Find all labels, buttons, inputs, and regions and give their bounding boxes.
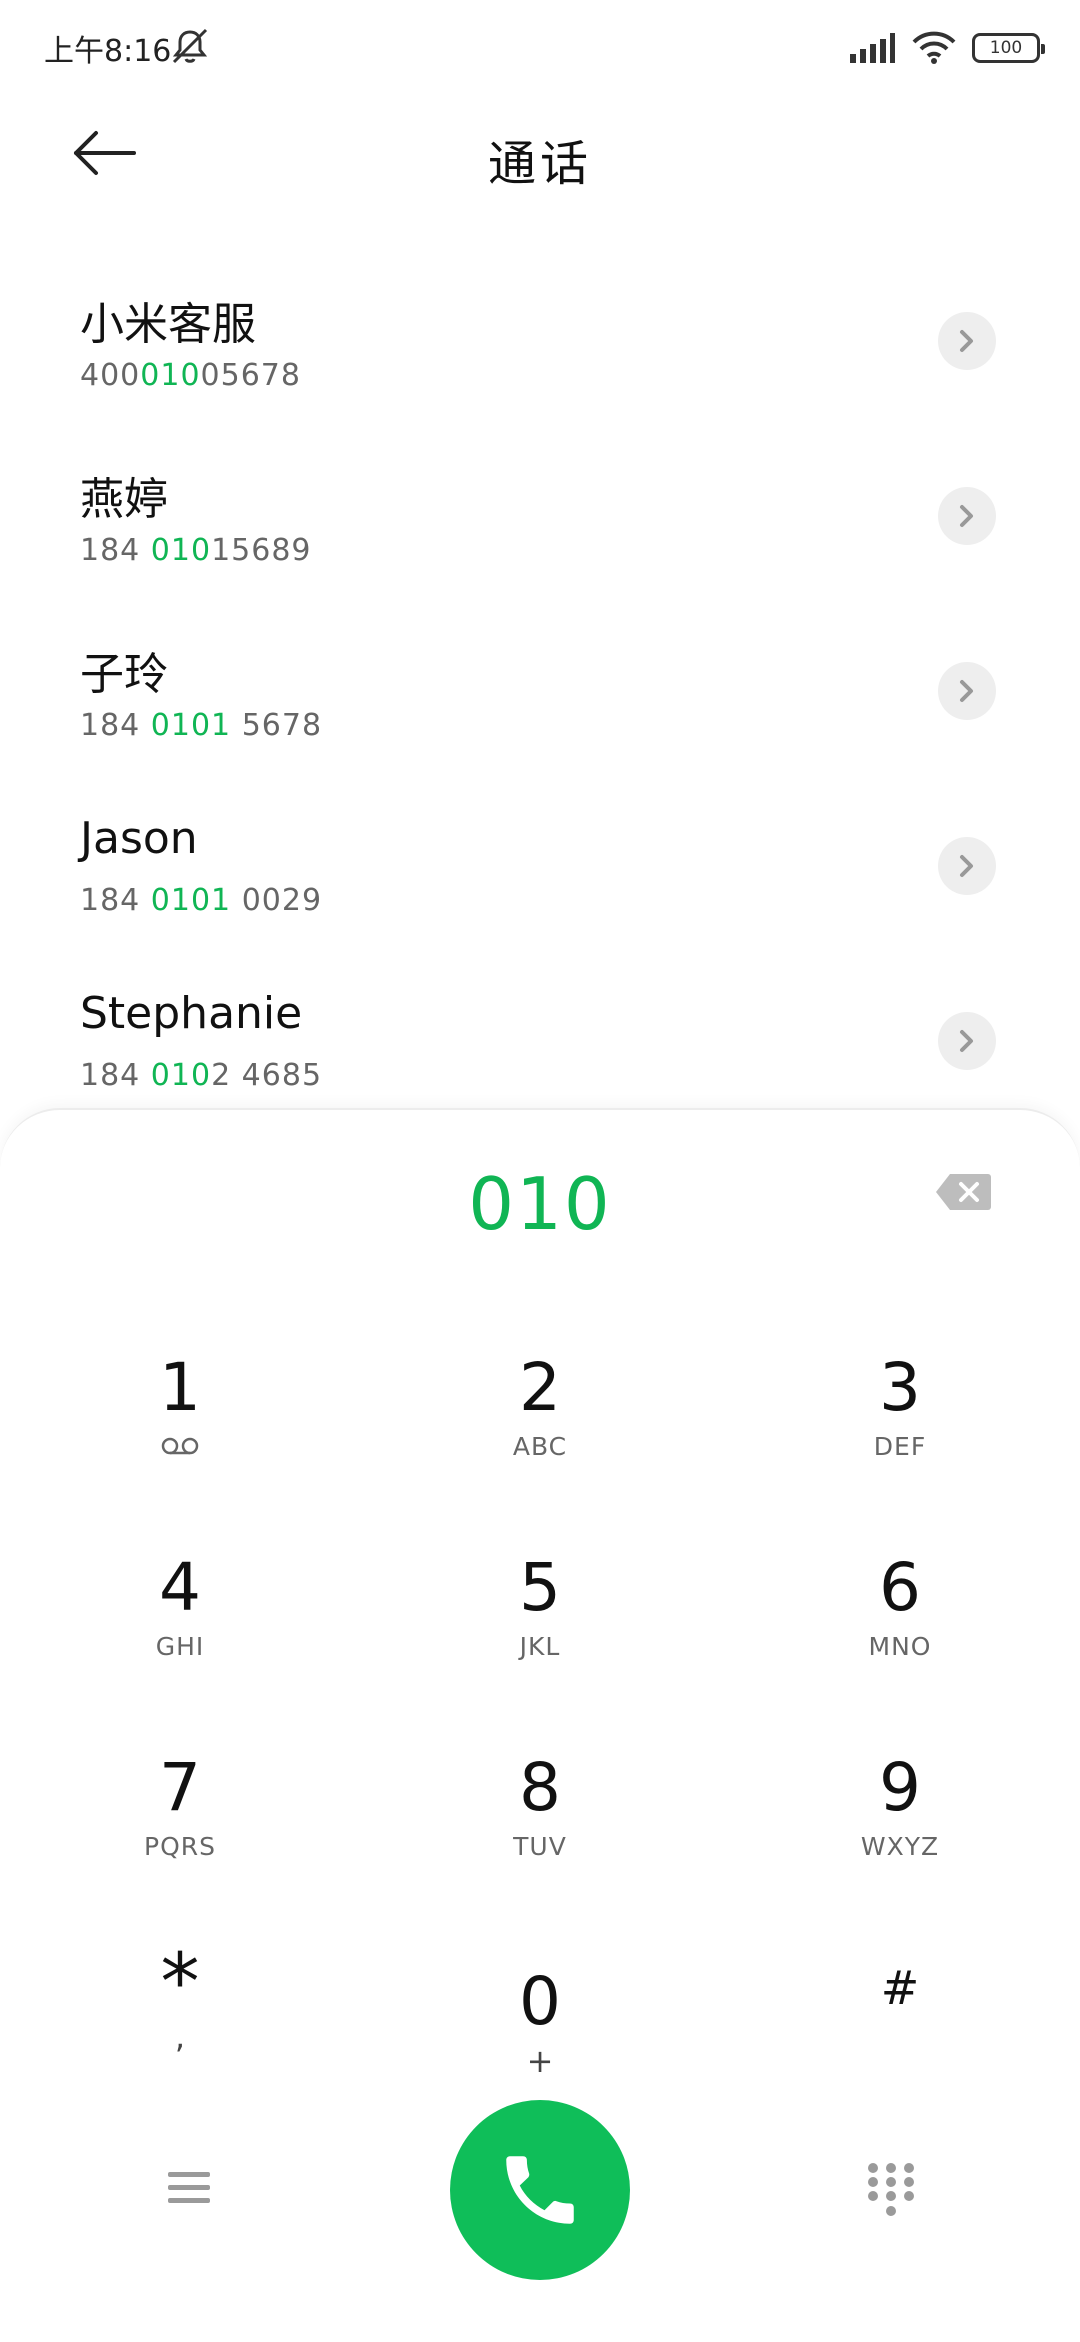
contact-name: 燕婷 <box>80 474 168 525</box>
key-4[interactable]: 4 GHI <box>60 1548 300 1728</box>
key-letters: PQRS <box>144 1832 216 1861</box>
key-letters: DEF <box>873 1432 927 1461</box>
contact-detail-button[interactable] <box>938 662 996 720</box>
contact-results-list: 小米客服 40001005678 燕婷 184 01015689 子玲 184 … <box>0 264 1080 1139</box>
status-time: 上午8:16 <box>44 34 172 69</box>
key-digit: 7 <box>159 1749 201 1826</box>
page-title: 通话 <box>487 136 592 192</box>
contact-detail-button[interactable] <box>938 312 996 370</box>
key-digit: 1 <box>159 1349 201 1426</box>
wifi-icon <box>912 31 956 64</box>
signal-icon <box>850 33 895 63</box>
chevron-right-icon <box>960 505 973 527</box>
key-6[interactable]: 6 MNO <box>780 1548 1020 1728</box>
contact-name: 子玲 <box>80 649 168 700</box>
key-letters: WXYZ <box>860 1832 940 1861</box>
key-digit: 3 <box>879 1349 921 1426</box>
contact-name: Jason <box>80 813 198 864</box>
chevron-right-icon <box>960 330 973 352</box>
key-digit: * <box>160 1938 200 2028</box>
dialed-number-display[interactable]: 010 <box>0 1162 1080 1246</box>
status-bar: 上午8:16 100 <box>0 0 1080 96</box>
key-letters: MNO <box>868 1632 932 1661</box>
key-digit: 8 <box>519 1749 561 1826</box>
key-8[interactable]: 8 TUV <box>420 1748 660 1928</box>
contact-result-item[interactable]: 小米客服 40001005678 <box>0 264 1080 439</box>
key-letters: GHI <box>155 1632 205 1661</box>
bottom-action-bar <box>0 2100 1080 2284</box>
contact-detail-button[interactable] <box>938 487 996 545</box>
key-digit: 5 <box>519 1549 561 1626</box>
mute-bell-icon <box>172 28 208 64</box>
contact-number: 184 0101 5678 <box>80 708 323 743</box>
menu-icon[interactable] <box>164 2166 214 2210</box>
contact-result-item[interactable]: 燕婷 184 01015689 <box>0 439 1080 614</box>
chevron-right-icon <box>960 680 973 702</box>
voicemail-icon <box>161 1437 199 1455</box>
key-9[interactable]: 9 WXYZ <box>780 1748 1020 1928</box>
battery-icon: 100 <box>972 33 1045 63</box>
key-3[interactable]: 3 DEF <box>780 1348 1020 1528</box>
key-digit: 2 <box>519 1349 561 1426</box>
contact-detail-button[interactable] <box>938 1012 996 1070</box>
contact-result-item[interactable]: 子玲 184 0101 5678 <box>0 614 1080 789</box>
key-letters: TUV <box>513 1832 567 1861</box>
contact-result-item[interactable]: Jason 184 0101 0029 <box>0 789 1080 964</box>
key-digit: 4 <box>159 1549 201 1626</box>
header: 通话 <box>0 108 1080 198</box>
key-digit: 6 <box>879 1549 921 1626</box>
key-1[interactable]: 1 <box>60 1348 300 1528</box>
contact-number: 184 0102 4685 <box>80 1058 323 1093</box>
dialpad-icon[interactable] <box>864 2160 918 2220</box>
key-digit: 0 <box>519 1963 561 2040</box>
contact-name: Stephanie <box>80 988 303 1039</box>
key-digit: # <box>880 1961 920 2015</box>
contact-name: 小米客服 <box>80 299 256 350</box>
key-letters: JKL <box>519 1632 561 1661</box>
backspace-icon[interactable] <box>934 1172 992 1212</box>
key-7[interactable]: 7 PQRS <box>60 1748 300 1928</box>
contact-number: 184 0101 0029 <box>80 883 323 918</box>
contact-number: 40001005678 <box>80 358 301 393</box>
key-2[interactable]: 2 ABC <box>420 1348 660 1528</box>
key-letters: ABC <box>512 1432 568 1461</box>
call-button[interactable] <box>450 2100 630 2280</box>
chevron-right-icon <box>960 1030 973 1052</box>
chevron-right-icon <box>960 855 973 877</box>
key-letters: , <box>174 2018 186 2056</box>
phone-icon <box>506 2156 574 2224</box>
key-letters: + <box>526 2042 554 2080</box>
contact-detail-button[interactable] <box>938 837 996 895</box>
battery-level: 100 <box>989 38 1023 58</box>
key-5[interactable]: 5 JKL <box>420 1548 660 1728</box>
key-digit: 9 <box>879 1749 921 1826</box>
contact-number: 184 01015689 <box>80 533 312 568</box>
